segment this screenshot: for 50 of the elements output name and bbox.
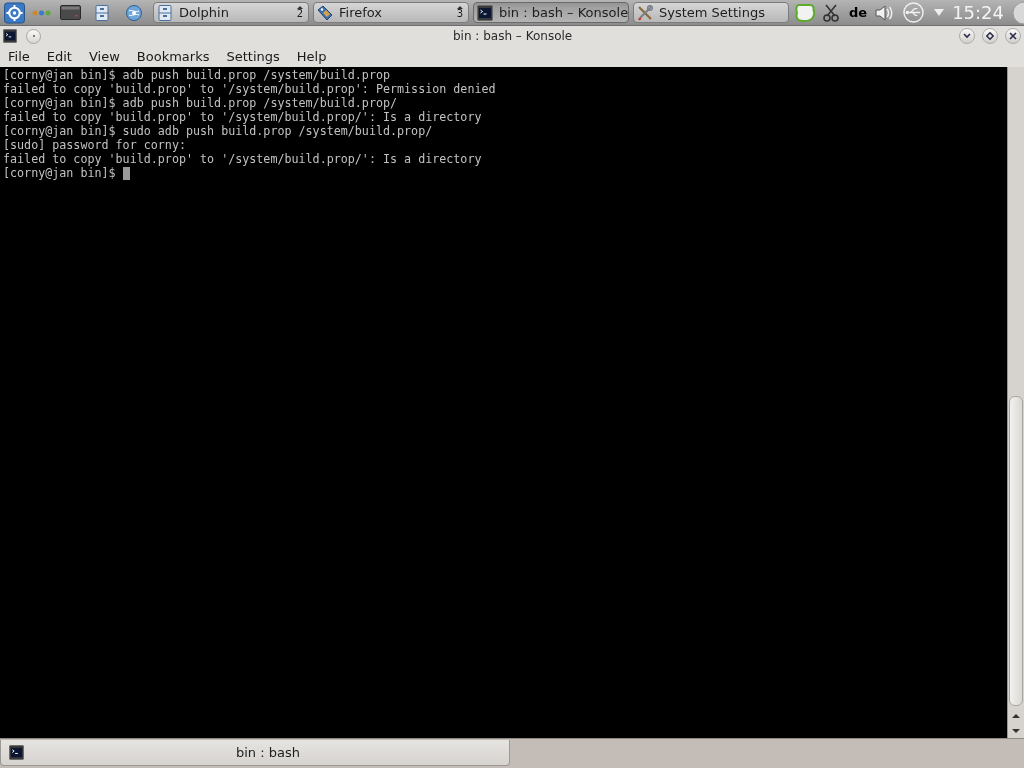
terminal-line: failed to copy 'build.prop' to '/system/build.prop/': Is a directory	[3, 152, 482, 166]
scrollbar-thumb[interactable]	[1009, 396, 1023, 706]
close-button[interactable]	[1005, 28, 1021, 44]
down-arrow-icon	[1012, 727, 1020, 734]
menu-item[interactable]: Settings	[220, 48, 286, 65]
scissors-icon[interactable]	[823, 3, 839, 22]
task-button[interactable]: Firefox 3	[313, 2, 469, 23]
menu-item[interactable]: Edit	[40, 48, 78, 65]
menu-item[interactable]: File	[2, 48, 36, 65]
diamond-icon	[986, 32, 994, 40]
rounded-blob-icon[interactable]	[795, 2, 815, 23]
menu-item[interactable]: View	[82, 48, 126, 65]
terminal-line: [corny@jan bin]$ adb push build.prop /system/build.prop/	[3, 96, 398, 110]
task-button[interactable]: bin : bash – Konsole	[473, 2, 629, 23]
session-tab[interactable]: bin : bash	[0, 740, 510, 766]
tools-icon	[637, 4, 653, 21]
keyboard-layout[interactable]: de	[849, 4, 868, 21]
cabinet-icon	[157, 4, 173, 21]
terminal-line: failed to copy 'build.prop' to '/system/build.prop/': Is a directory	[3, 110, 482, 124]
globe-icon[interactable]	[125, 3, 143, 22]
close-icon	[1009, 32, 1017, 40]
screen-icon[interactable]	[60, 5, 81, 20]
dots-icon[interactable]	[32, 9, 51, 16]
terminal-line: [corny@jan bin]$ sudo adb push build.prop /system/build.prop/	[3, 124, 433, 138]
terminal-icon	[9, 745, 24, 760]
tag-icon	[317, 4, 333, 21]
terminal-icon	[477, 4, 493, 21]
caret-icon[interactable]	[934, 9, 945, 16]
terminal-line: [corny@jan bin]$	[3, 166, 116, 180]
caret-icon	[456, 6, 463, 9]
caret-icon	[296, 6, 303, 9]
window-count: 3	[456, 9, 463, 19]
menu-item[interactable]: Bookmarks	[130, 48, 216, 65]
terminal-line: failed to copy 'build.prop' to '/system/build.prop': Permission denied	[3, 82, 496, 96]
speaker-icon[interactable]	[875, 4, 894, 21]
window-title: bin : bash – Konsole	[453, 29, 573, 43]
minimize-button[interactable]	[959, 28, 975, 44]
maximize-button[interactable]	[982, 28, 998, 44]
terminal-line: [corny@jan bin]$ adb push build.prop /system/build.prop	[3, 68, 390, 82]
window-count: 2	[296, 9, 303, 19]
task-button[interactable]: Dolphin 2	[153, 2, 309, 23]
terminal-icon	[3, 29, 17, 43]
gear-tile-icon[interactable]	[4, 1, 25, 24]
up-arrow-icon	[1012, 712, 1020, 719]
usb-icon[interactable]	[903, 2, 925, 23]
cabinet-icon[interactable]	[94, 4, 110, 21]
terminal-line: [sudo] password for corny:	[3, 138, 186, 152]
menu-item[interactable]: Help	[290, 48, 333, 65]
chevron-icon	[963, 32, 971, 40]
task-button[interactable]: System Settings	[633, 2, 789, 23]
